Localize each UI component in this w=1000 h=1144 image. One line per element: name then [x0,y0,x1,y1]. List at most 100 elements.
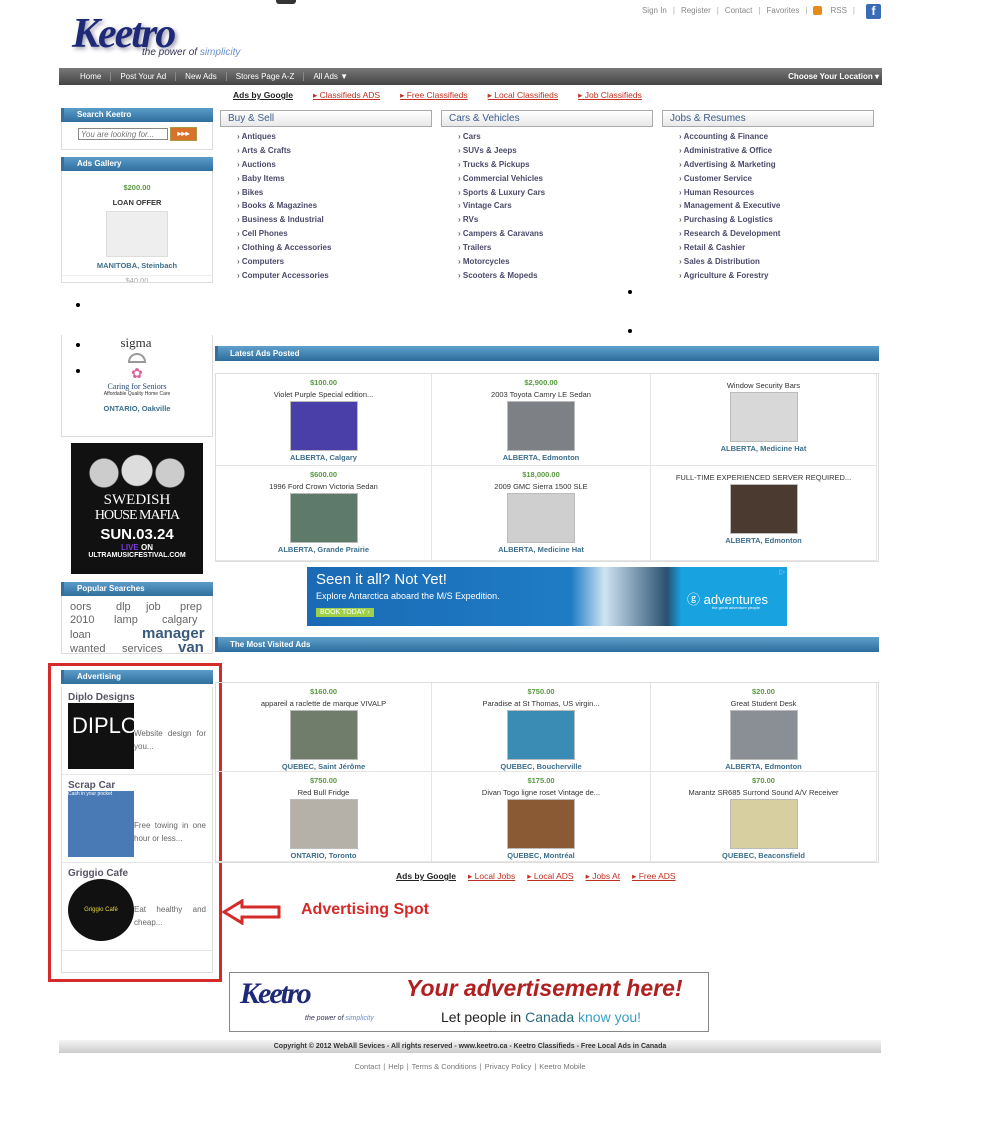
category-link[interactable]: Commercial Vehicles [458,172,653,186]
category-link[interactable]: Advertising & Marketing [679,158,874,172]
ad-thumbnail[interactable] [507,799,575,849]
nav-stores-page-a-z[interactable]: Stores Page A-Z [227,72,305,81]
google-ad-link[interactable]: ▸ Job Classifieds [578,90,642,101]
ad-card[interactable]: Window Security Bars ALBERTA, Medicine Ha… [651,374,877,466]
ad-title[interactable]: Red Bull Fridge [298,788,350,797]
footer-link-terms-conditions[interactable]: Terms & Conditions [412,1062,477,1071]
popular-search-term[interactable]: loan [70,628,91,643]
ad-card[interactable]: $750.00 Paradise at St Thomas, US virgin.… [432,683,651,772]
nav-all-ads[interactable]: All Ads ▼ [304,72,357,81]
ad-title[interactable]: FULL-TIME EXPERIENCED SERVER REQUIRED... [676,473,851,482]
top-link-register[interactable]: Register [681,6,711,15]
category-link[interactable]: Baby Items [237,172,432,186]
category-link[interactable]: Research & Development [679,227,874,241]
category-link[interactable]: Auctions [237,158,432,172]
nav-home[interactable]: Home [71,72,112,81]
category-link[interactable]: Management & Executive [679,199,874,213]
nav-post-your-ad[interactable]: Post Your Ad [111,72,177,81]
category-link[interactable]: Human Resources [679,186,874,200]
top-link-rss[interactable]: RSS [830,6,846,15]
antarctica-banner-ad[interactable]: Seen it all? Not Yet! Explore Antarctica… [307,567,787,626]
ad-title[interactable]: Great Student Desk [731,699,797,708]
google-ad-link[interactable]: ▸ Local Classifieds [488,90,558,101]
category-link[interactable]: Purchasing & Logistics [679,213,874,227]
ad-card[interactable]: $20.00 Great Student Desk ALBERTA, Edmonto… [651,683,877,772]
category-link[interactable]: Computer Accessories [237,269,432,283]
category-link[interactable]: Trailers [458,241,653,255]
category-link[interactable]: Trucks & Pickups [458,158,653,172]
category-link[interactable]: Business & Industrial [237,213,432,227]
ad-card[interactable]: $18,000.00 2009 GMC Sierra 1500 SLE ALBERT… [432,466,651,561]
footer-link-keetro-mobile[interactable]: Keetro Mobile [539,1062,585,1071]
category-link[interactable]: Antiques [237,130,432,144]
ad-thumbnail[interactable] [289,799,358,849]
ad-thumbnail[interactable] [507,493,575,543]
your-advertisement-banner[interactable]: Keetro the power of simplicity Your adve… [229,972,709,1032]
ad-title[interactable]: 2003 Toyota Camry LE Sedan [491,390,591,399]
ad-card[interactable]: FULL-TIME EXPERIENCED SERVER REQUIRED...… [651,466,877,561]
ad-title[interactable]: appareil a raclette de marque VIVALP [261,699,386,708]
google-ad-link[interactable]: ▸ Free Classifieds [400,90,468,101]
facebook-icon[interactable]: f [866,4,881,19]
swedish-house-mafia-ad[interactable]: SWEDISH HOUSE MAFIA SUN.03.24 LIVE ON UL… [71,443,203,574]
ad-card[interactable]: $160.00 appareil a raclette de marque VIV… [216,683,432,772]
category-link[interactable]: Cell Phones [237,227,432,241]
google-ad-link[interactable]: ▸ Free ADS [632,871,675,882]
footer-link-privacy-policy[interactable]: Privacy Policy [485,1062,532,1071]
search-input[interactable] [78,128,168,140]
footer-link-help[interactable]: Help [388,1062,403,1071]
ad-card[interactable]: $175.00 Divan Togo ligne roset Vintage de… [432,772,651,862]
popular-search-term[interactable]: job [146,600,161,615]
ad-card[interactable]: $600.00 1996 Ford Crown Victoria Sedan ALB… [216,466,432,561]
google-ad-link[interactable]: ▸ Local Jobs [468,871,515,882]
ad-title[interactable]: Divan Togo ligne roset Vintage de... [482,788,600,797]
popular-search-term[interactable]: services [122,642,162,653]
category-link[interactable]: Sports & Luxury Cars [458,186,653,200]
keetro-logo[interactable]: Keetro the power of simplicity [72,10,257,62]
ad-title[interactable]: Marantz SR685 Surrond Sound A/V Receiver [688,788,838,797]
nav-new-ads[interactable]: New Ads [176,72,227,81]
popular-search-term[interactable]: 2010 [70,613,94,628]
category-title[interactable]: Cars & Vehicles [441,110,653,127]
category-link[interactable]: Sales & Distribution [679,255,874,269]
ad-title[interactable]: 1996 Ford Crown Victoria Sedan [269,482,378,491]
ad-title[interactable]: Paradise at St Thomas, US virgin... [483,699,600,708]
gallery-title[interactable]: LOAN OFFER [62,198,212,207]
category-link[interactable]: Books & Magazines [237,199,432,213]
ad-card[interactable]: $70.00 Marantz SR685 Surrond Sound A/V Re… [651,772,877,862]
search-button[interactable]: ▸▸▸ [170,127,197,141]
category-link[interactable]: Motorcycles [458,255,653,269]
popular-search-term[interactable]: lamp [114,613,138,628]
book-today-button[interactable]: BOOK TODAY › [316,608,374,617]
top-link-favorites[interactable]: Favorites [766,6,799,15]
category-link[interactable]: SUVs & Jeeps [458,144,653,158]
ad-thumbnail[interactable] [507,401,575,451]
category-link[interactable]: Accounting & Finance [679,130,874,144]
ad-title[interactable]: 2009 GMC Sierra 1500 SLE [494,482,587,491]
google-ad-link[interactable]: ▸ Local ADS [527,871,573,882]
category-link[interactable]: Campers & Caravans [458,227,653,241]
category-link[interactable]: RVs [458,213,653,227]
top-link-sign-in[interactable]: Sign In [642,6,667,15]
ad-card[interactable]: $2,900.00 2003 Toyota Camry LE Sedan ALBER… [432,374,651,466]
adchoices-icon[interactable]: ▷ [780,568,785,576]
category-link[interactable]: Scooters & Mopeds [458,269,653,283]
popular-search-term[interactable]: van [178,640,204,653]
ad-thumbnail[interactable] [289,493,358,543]
footer-link-contact[interactable]: Contact [354,1062,380,1071]
category-link[interactable]: Retail & Cashier [679,241,874,255]
category-title[interactable]: Jobs & Resumes [662,110,874,127]
ad-thumbnail[interactable] [289,710,358,760]
category-link[interactable]: Computers [237,255,432,269]
category-link[interactable]: Administrative & Office [679,144,874,158]
category-link[interactable]: Vintage Cars [458,199,653,213]
category-link[interactable]: Arts & Crafts [237,144,432,158]
ad-card[interactable]: $100.00 Violet Purple Special edition... A… [216,374,432,466]
popular-search-term[interactable]: wanted [70,642,105,653]
ad-thumbnail[interactable] [289,401,358,451]
ad-thumbnail[interactable] [729,799,798,849]
category-link[interactable]: Clothing & Accessories [237,241,432,255]
category-link[interactable]: Agriculture & Forestry [679,269,874,283]
ad-thumbnail[interactable] [729,710,798,760]
category-link[interactable]: Bikes [237,186,432,200]
